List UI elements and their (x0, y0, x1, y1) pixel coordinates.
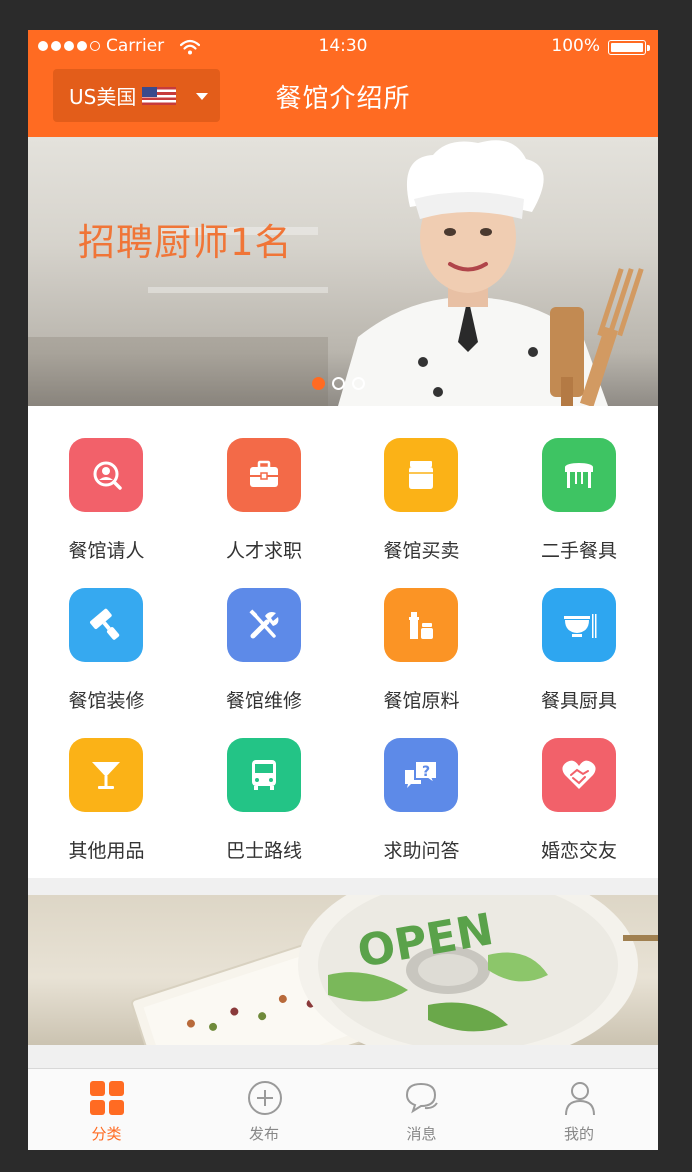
bottom-tab-bar: 分类 发布 消息 我的 (28, 1068, 658, 1150)
svg-text:?: ? (422, 764, 430, 780)
category-tile[interactable] (226, 438, 301, 512)
app-header: Carrier 14:30 100% US美国 餐馆介绍所 (28, 30, 658, 137)
category-tile[interactable] (69, 738, 143, 812)
open-sign-photo: OPEN (131, 895, 658, 1045)
briefcase-icon (249, 460, 278, 487)
carousel-dot[interactable] (352, 377, 365, 390)
chat-bubbles-icon (405, 1082, 438, 1114)
category-12[interactable]: 婚恋交友 (501, 706, 658, 862)
cocktail-glass-icon (92, 762, 120, 789)
carousel-dot[interactable] (332, 377, 345, 390)
battery-icon (608, 40, 650, 55)
category-7[interactable]: 餐馆原料 (343, 556, 500, 712)
category-label: 巴士路线 (225, 840, 302, 862)
tab-label: 分类 (91, 1125, 122, 1143)
category-tile[interactable] (69, 588, 143, 662)
status-bar: Carrier 14:30 100% (28, 30, 658, 64)
phone-screen: Carrier 14:30 100% US美国 餐馆介绍所 招聘厨师1名 餐馆请… (28, 30, 658, 1150)
category-label: 婚恋交友 (540, 840, 617, 862)
paint-roller-icon (90, 608, 120, 640)
grid-icon (90, 1081, 124, 1115)
tools-icon (248, 609, 278, 639)
category-tile[interactable] (541, 588, 616, 662)
category-label: 求助问答 (383, 840, 460, 862)
tab-4[interactable]: 我的 (501, 1069, 658, 1150)
category-tile[interactable] (69, 438, 143, 512)
category-tile[interactable] (384, 588, 458, 662)
table-icon (564, 463, 593, 488)
tab-2[interactable]: 发布 (186, 1069, 343, 1150)
jar-icon (409, 461, 433, 489)
category-tile[interactable]: ? (384, 738, 458, 812)
category-tile[interactable] (226, 738, 301, 812)
tab-1[interactable]: 分类 (28, 1069, 185, 1150)
category-3[interactable]: 餐馆买卖 (343, 406, 500, 562)
category-8[interactable]: 餐具厨具 (501, 556, 658, 712)
bottles-icon (409, 612, 433, 639)
battery-percent: 100% (551, 36, 600, 56)
category-grid: 餐馆请人 人才求职 餐馆买卖 二手餐具餐馆装修 餐馆维修 餐馆原料 餐具厨具其他用品 巴士路线… (28, 406, 658, 878)
category-4[interactable]: 二手餐具 (501, 406, 658, 562)
bus-icon (251, 760, 276, 790)
category-1[interactable]: 餐馆请人 (28, 406, 185, 562)
tab-label: 消息 (406, 1125, 437, 1143)
page-title: 餐馆介绍所 (275, 84, 411, 114)
banner-headline: 招聘厨师1名 (78, 221, 293, 264)
category-tile[interactable] (541, 738, 616, 812)
hero-banner[interactable]: 招聘厨师1名 (28, 137, 658, 406)
category-label: 其他用品 (68, 840, 145, 862)
bowl-icon (563, 614, 596, 638)
category-6[interactable]: 餐馆维修 (186, 556, 343, 712)
user-icon (564, 1082, 595, 1116)
category-tile[interactable] (384, 438, 458, 512)
tab-label: 我的 (563, 1125, 594, 1143)
promo-image[interactable]: OPEN (28, 895, 658, 1045)
search-person-icon (93, 461, 122, 490)
heart-handshake-icon (561, 760, 596, 789)
chef-photo (338, 140, 644, 406)
tab-3[interactable]: 消息 (343, 1069, 500, 1150)
category-tile[interactable] (541, 438, 616, 512)
category-11[interactable]: ? 求助问答 (343, 706, 500, 862)
question-chat-icon: ? (405, 760, 438, 788)
carousel-indicator[interactable] (312, 377, 365, 390)
category-5[interactable]: 餐馆装修 (28, 556, 185, 712)
category-9[interactable]: 其他用品 (28, 706, 185, 862)
plus-circle-icon (247, 1081, 282, 1115)
battery-level-fill (611, 43, 643, 52)
category-tile[interactable] (226, 588, 301, 662)
category-2[interactable]: 人才求职 (186, 406, 343, 562)
category-10[interactable]: 巴士路线 (186, 706, 343, 862)
tab-label: 发布 (248, 1125, 279, 1143)
carousel-dot[interactable] (312, 377, 325, 390)
